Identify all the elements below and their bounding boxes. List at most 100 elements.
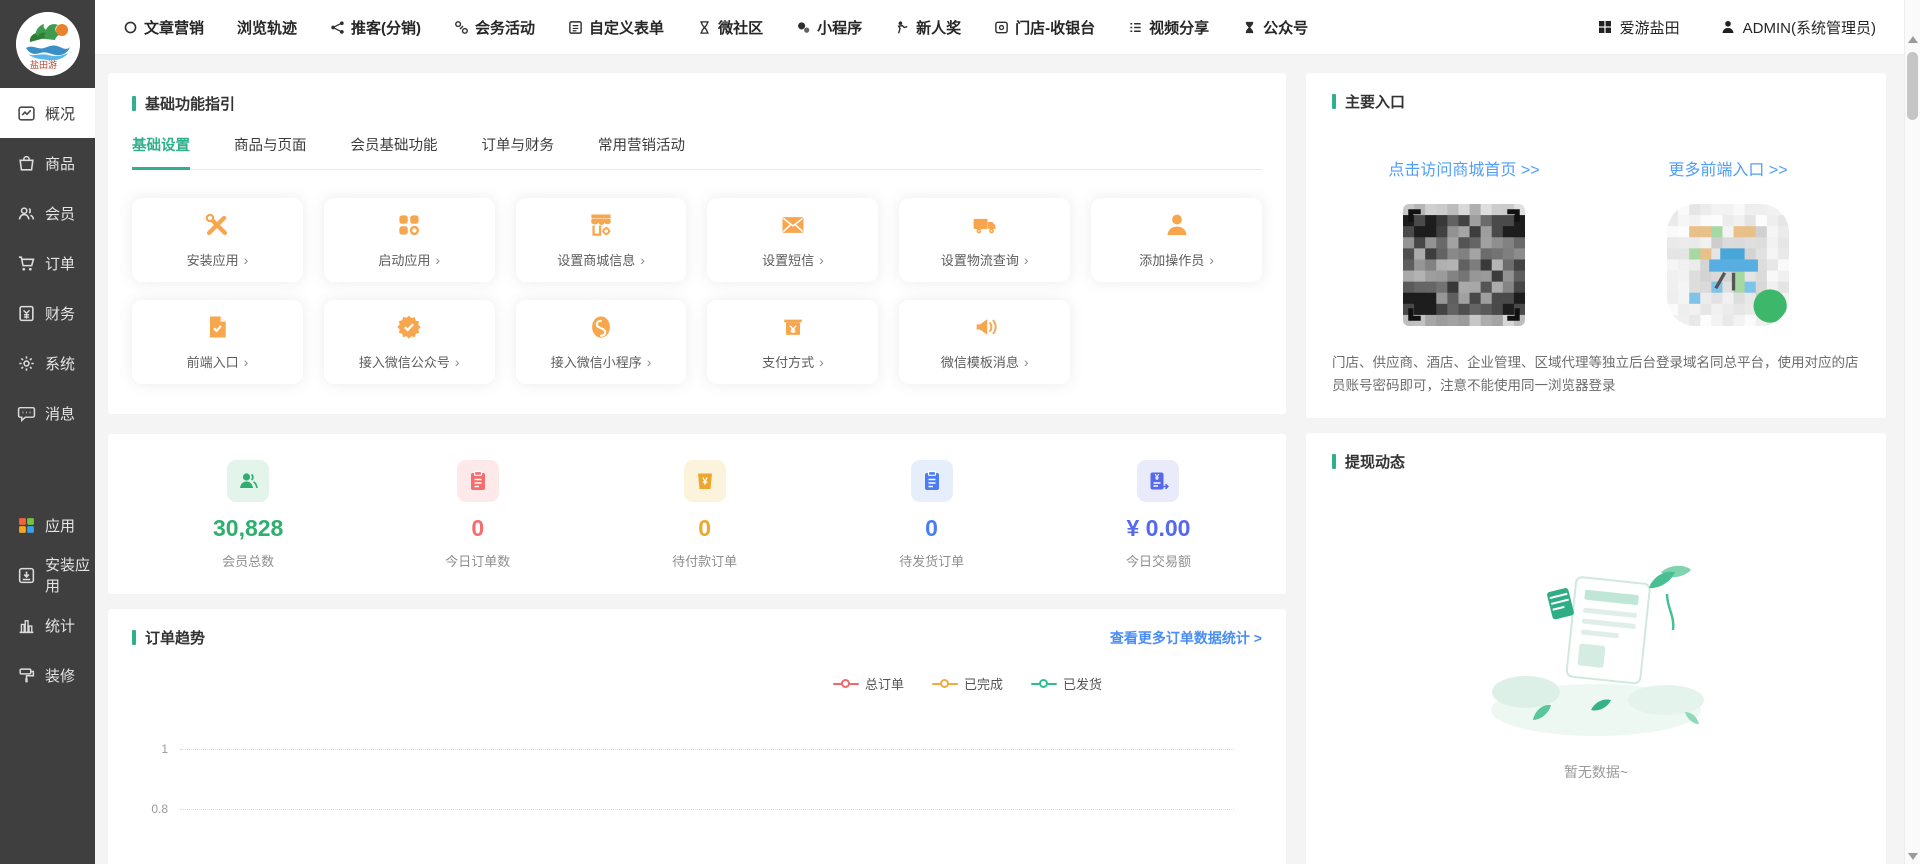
stat-item[interactable]: 30,828 会员总数 bbox=[213, 460, 283, 570]
sidebar-item[interactable]: 消息 bbox=[0, 388, 95, 438]
topnav-item[interactable]: 推客(分销) bbox=[330, 17, 421, 38]
hourglass-icon bbox=[697, 20, 712, 35]
stat-item[interactable]: ¥ 0 待付款订单 bbox=[672, 460, 737, 570]
sidebar-item-label: 消息 bbox=[45, 403, 75, 424]
guide-card-label: 支付方式 › bbox=[762, 352, 824, 371]
topnav-item[interactable]: 门店-收银台 bbox=[994, 17, 1095, 38]
sidebar-item[interactable]: 会员 bbox=[0, 188, 95, 238]
scroll-down-arrow-icon[interactable] bbox=[1908, 853, 1918, 860]
scroll-up-arrow-icon[interactable] bbox=[1908, 36, 1918, 43]
legend-item[interactable]: 已完成 bbox=[932, 674, 1003, 693]
sidebar-item[interactable]: 订单 bbox=[0, 238, 95, 288]
legend-label: 已完成 bbox=[964, 674, 1003, 693]
guide-tab[interactable]: 会员基础功能 bbox=[351, 134, 438, 170]
guide-card[interactable]: 设置物流查询 › bbox=[899, 198, 1070, 282]
more-order-stats-link[interactable]: 查看更多订单数据统计 > bbox=[1110, 628, 1262, 648]
chart-legend: 总订单 已完成 已发货 bbox=[132, 674, 1262, 693]
store-icon bbox=[994, 20, 1009, 35]
mall-qr-code-image bbox=[1403, 204, 1525, 326]
award-icon bbox=[895, 20, 910, 35]
sidebar-item[interactable]: 商品 bbox=[0, 138, 95, 188]
guide-card-label: 添加操作员 › bbox=[1139, 250, 1214, 269]
flask-icon bbox=[1242, 20, 1257, 35]
stat-item[interactable]: 0 今日订单数 bbox=[445, 460, 510, 570]
guide-card[interactable]: 接入微信公众号 › bbox=[324, 300, 495, 384]
guide-card-label: 启动应用 › bbox=[378, 250, 440, 269]
sidebar-item[interactable]: 财务 bbox=[0, 288, 95, 338]
chevron-right-icon: › bbox=[435, 252, 440, 268]
topnav-item[interactable]: 小程序 bbox=[796, 17, 862, 38]
stat-item[interactable]: ¥ ¥ 0.00 今日交易额 bbox=[1126, 460, 1191, 570]
withdraw-header: 提现动态 bbox=[1332, 451, 1860, 472]
topnav-item[interactable]: 视频分享 bbox=[1128, 17, 1209, 38]
mini-icon bbox=[587, 313, 615, 341]
stat-cup-icon: ¥ bbox=[684, 460, 726, 502]
sidebar-item[interactable]: 安装应用 bbox=[0, 550, 95, 600]
scrollbar-thumb[interactable] bbox=[1907, 52, 1918, 120]
guide-card[interactable]: 启动应用 › bbox=[324, 198, 495, 282]
guide-tab[interactable]: 常用营销活动 bbox=[598, 134, 685, 170]
topnav-item-label: 会务活动 bbox=[475, 17, 535, 38]
topnav-item[interactable]: 浏览轨迹 bbox=[237, 17, 297, 38]
topnav-item[interactable]: 微社区 bbox=[697, 17, 763, 38]
chevron-right-icon: › bbox=[1024, 354, 1029, 370]
guide-tab[interactable]: 基础设置 bbox=[132, 134, 190, 170]
topnav-item[interactable]: 公众号 bbox=[1242, 17, 1308, 38]
main-content: 基础功能指引 基础设置 商品与页面 会员基础功能 bbox=[95, 55, 1904, 864]
topnav-item-label: 浏览轨迹 bbox=[237, 17, 297, 38]
legend-item[interactable]: 总订单 bbox=[833, 674, 904, 693]
sidebar-item[interactable]: 系统 bbox=[0, 338, 95, 388]
topnav-item-label: 微社区 bbox=[718, 17, 763, 38]
topnav-item-label: 视频分享 bbox=[1149, 17, 1209, 38]
guide-tab[interactable]: 商品与页面 bbox=[234, 134, 307, 170]
sidebar-item[interactable]: 应用 bbox=[0, 500, 95, 550]
logo[interactable]: 盐田游 bbox=[0, 0, 95, 88]
chevron-right-icon: › bbox=[1024, 252, 1029, 268]
sidebar-item[interactable]: 装修 bbox=[0, 650, 95, 700]
more-frontend-link[interactable]: 更多前端入口 >> bbox=[1668, 162, 1787, 179]
legend-item[interactable]: 已发货 bbox=[1031, 674, 1102, 693]
guide-card[interactable]: 前端入口 › bbox=[132, 300, 303, 384]
page-scrollbar[interactable] bbox=[1904, 0, 1920, 864]
guide-tab[interactable]: 订单与财务 bbox=[482, 134, 555, 170]
topnav-item[interactable]: 自定义表单 bbox=[568, 17, 664, 38]
grid-icon bbox=[1597, 19, 1613, 35]
guide-card[interactable]: 设置短信 › bbox=[707, 198, 878, 282]
guide-tab-label: 订单与财务 bbox=[482, 138, 555, 154]
guide-card[interactable]: 添加操作员 › bbox=[1091, 198, 1262, 282]
order-trend-panel: 订单趋势 查看更多订单数据统计 > 总订单 已完成 bbox=[108, 609, 1286, 864]
topnav-item-label: 自定义表单 bbox=[589, 17, 664, 38]
tools-icon bbox=[203, 211, 231, 239]
topnav-item[interactable]: 会务活动 bbox=[454, 17, 535, 38]
guide-card[interactable]: 安装应用 › bbox=[132, 198, 303, 282]
merchant-menu[interactable]: 爱游盐田 bbox=[1597, 17, 1680, 38]
entry-note-text: 门店、供应商、酒店、企业管理、区域代理等独立后台登录域名同总平台，使用对应的店员… bbox=[1332, 352, 1860, 398]
chevron-right-icon: › bbox=[819, 354, 824, 370]
logo-text: 盐田游 bbox=[30, 59, 57, 70]
guide-card[interactable]: 微信模板消息 › bbox=[899, 300, 1070, 384]
gridline bbox=[180, 749, 1234, 750]
topnav-item[interactable]: 新人奖 bbox=[895, 17, 961, 38]
topnav-item-label: 小程序 bbox=[817, 17, 862, 38]
sidebar-item-label: 统计 bbox=[45, 615, 75, 636]
chevron-right-icon: › bbox=[647, 354, 652, 370]
title-accent-bar bbox=[1332, 94, 1336, 109]
guide-tab-label: 基础设置 bbox=[132, 138, 190, 154]
order-trend-chart: 1 0.8 0.6 bbox=[132, 719, 1262, 864]
mall-home-link[interactable]: 点击访问商城首页 >> bbox=[1388, 162, 1539, 179]
main-entry-panel: 主要入口 点击访问商城首页 >> 更多前端入口 >> 门店、供应商、酒店、企业管… bbox=[1306, 73, 1886, 418]
topnav-item[interactable]: 文章营销 bbox=[123, 17, 204, 38]
admin-menu[interactable]: ADMIN(系统管理员) bbox=[1720, 17, 1876, 38]
sidebar-item[interactable]: 统计 bbox=[0, 600, 95, 650]
stat-label: 待付款订单 bbox=[672, 551, 737, 570]
stat-item[interactable]: 0 待发货订单 bbox=[899, 460, 964, 570]
guide-card[interactable]: 支付方式 › bbox=[707, 300, 878, 384]
order-trend-header: 订单趋势 查看更多订单数据统计 > bbox=[132, 627, 1262, 648]
guide-panel-header: 基础功能指引 bbox=[132, 93, 1262, 114]
chevron-right-icon: › bbox=[819, 252, 824, 268]
guide-panel: 基础功能指引 基础设置 商品与页面 会员基础功能 bbox=[108, 73, 1286, 414]
guide-card[interactable]: 设置商城信息 › bbox=[516, 198, 687, 282]
guide-card[interactable]: 接入微信小程序 › bbox=[516, 300, 687, 384]
sidebar-item[interactable]: 概况 bbox=[0, 88, 95, 138]
chart-gridline-row: 1 bbox=[132, 719, 1262, 779]
